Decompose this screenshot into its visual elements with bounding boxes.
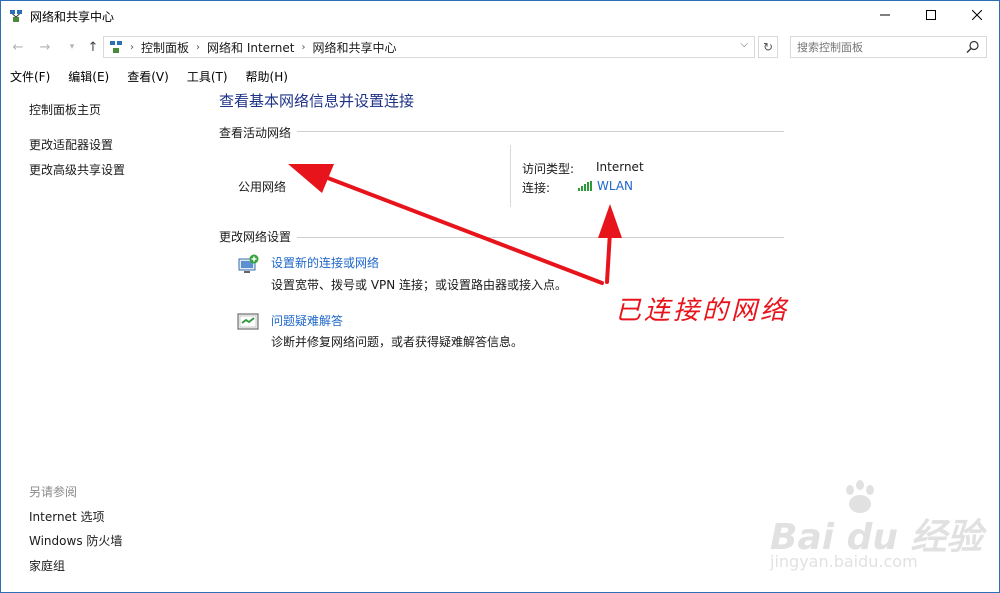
task-setup-connection-link[interactable]: 设置新的连接或网络: [271, 254, 379, 271]
refresh-button[interactable]: ↻: [758, 36, 778, 58]
section-divider: [219, 237, 784, 238]
menu-edit[interactable]: 编辑(E): [58, 65, 117, 87]
window-title: 网络和共享中心: [30, 10, 115, 24]
active-networks-heading: 查看活动网络: [219, 124, 298, 141]
wlan-connection-link[interactable]: WLAN: [597, 179, 633, 193]
breadcrumb-separator-icon[interactable]: ›: [196, 42, 200, 53]
connection-label: 连接:: [522, 181, 551, 195]
task-setup-connection-desc: 设置宽带、拨号或 VPN 连接；或设置路由器或接入点。: [271, 278, 568, 292]
menu-bar: 文件(F) 编辑(E) 查看(V) 工具(T) 帮助(H): [0, 65, 296, 87]
arrow-up-icon: ↑: [87, 39, 99, 55]
back-button[interactable]: ←: [9, 38, 27, 56]
breadcrumb-control-panel[interactable]: 控制面板: [141, 39, 189, 56]
access-type-label: 访问类型:: [522, 162, 575, 176]
recent-locations-button[interactable]: ▾: [63, 38, 81, 56]
annotation-label: 已连接的网络: [615, 296, 790, 326]
see-also-heading: 另请参阅: [29, 485, 78, 499]
maximize-button[interactable]: [908, 0, 954, 30]
access-type-value: Internet: [596, 160, 644, 174]
watermark-url: jingyan.baidu.com: [770, 552, 918, 571]
menu-help[interactable]: 帮助(H): [236, 65, 296, 87]
annotation-arrowhead-left: [288, 164, 334, 193]
vertical-divider: [510, 145, 511, 207]
sidebar-link-change-advanced-sharing[interactable]: 更改高级共享设置: [29, 161, 125, 178]
breadcrumb-network-sharing-center[interactable]: 网络和共享中心: [312, 39, 396, 56]
network-name: 公用网络: [238, 180, 287, 194]
menu-view[interactable]: 查看(V): [117, 65, 177, 87]
search-box[interactable]: [790, 36, 987, 58]
network-center-icon: [110, 41, 122, 53]
refresh-icon: ↻: [762, 40, 774, 54]
section-divider: [219, 131, 784, 132]
annotation-arrow-to-wlan: [605, 230, 612, 284]
wifi-signal-icon: [578, 181, 592, 191]
page-title: 查看基本网络信息并设置连接: [219, 92, 415, 110]
network-center-icon: [10, 10, 22, 22]
chevron-down-icon: ▾: [69, 42, 75, 52]
up-button[interactable]: ↑: [84, 38, 102, 56]
forward-button[interactable]: →: [36, 38, 54, 56]
sidebar-link-change-adapter-settings[interactable]: 更改适配器设置: [29, 136, 113, 153]
menu-tools[interactable]: 工具(T): [177, 65, 236, 87]
arrow-left-icon: ←: [12, 39, 24, 55]
breadcrumb-separator-icon[interactable]: ›: [301, 42, 305, 53]
task-troubleshoot-desc: 诊断并修复网络问题，或者获得疑难解答信息。: [271, 335, 524, 349]
menu-file[interactable]: 文件(F): [0, 65, 58, 87]
see-also-windows-firewall[interactable]: Windows 防火墙: [29, 532, 122, 549]
sidebar-link-control-panel-home[interactable]: 控制面板主页: [29, 101, 101, 118]
close-icon: [972, 10, 982, 20]
breadcrumb-separator-icon[interactable]: ›: [130, 42, 134, 53]
search-icon[interactable]: [966, 40, 980, 54]
new-connection-icon[interactable]: [236, 254, 260, 276]
watermark: Bai du 经验 jingyan.baidu.com: [770, 480, 990, 580]
minimize-icon: [880, 14, 890, 16]
search-input[interactable]: [797, 39, 957, 55]
change-settings-heading: 更改网络设置: [219, 228, 298, 245]
minimize-button[interactable]: [862, 0, 908, 30]
see-also-internet-options[interactable]: Internet 选项: [29, 508, 104, 525]
breadcrumb-network-internet[interactable]: 网络和 Internet: [207, 39, 294, 56]
arrow-right-icon: →: [39, 39, 51, 55]
annotation-arrowhead-up: [598, 204, 622, 238]
address-bar[interactable]: › 控制面板 › 网络和 Internet › 网络和共享中心 ⌵: [103, 36, 755, 58]
see-also-homegroup[interactable]: 家庭组: [29, 557, 65, 574]
maximize-icon: [926, 10, 936, 20]
title-bar[interactable]: 网络和共享中心: [0, 0, 1000, 32]
navigation-bar: ← → ▾ ↑ › 控制面板 › 网络和 Internet › 网络和共享中心 …: [0, 33, 1000, 61]
address-dropdown-icon[interactable]: ⌵: [740, 39, 748, 50]
close-button[interactable]: [954, 0, 1000, 30]
troubleshoot-icon[interactable]: [236, 312, 260, 332]
left-pane: 控制面板主页 更改适配器设置 更改高级共享设置 另请参阅 Internet 选项…: [0, 88, 210, 593]
task-troubleshoot-link[interactable]: 问题疑难解答: [271, 312, 343, 329]
